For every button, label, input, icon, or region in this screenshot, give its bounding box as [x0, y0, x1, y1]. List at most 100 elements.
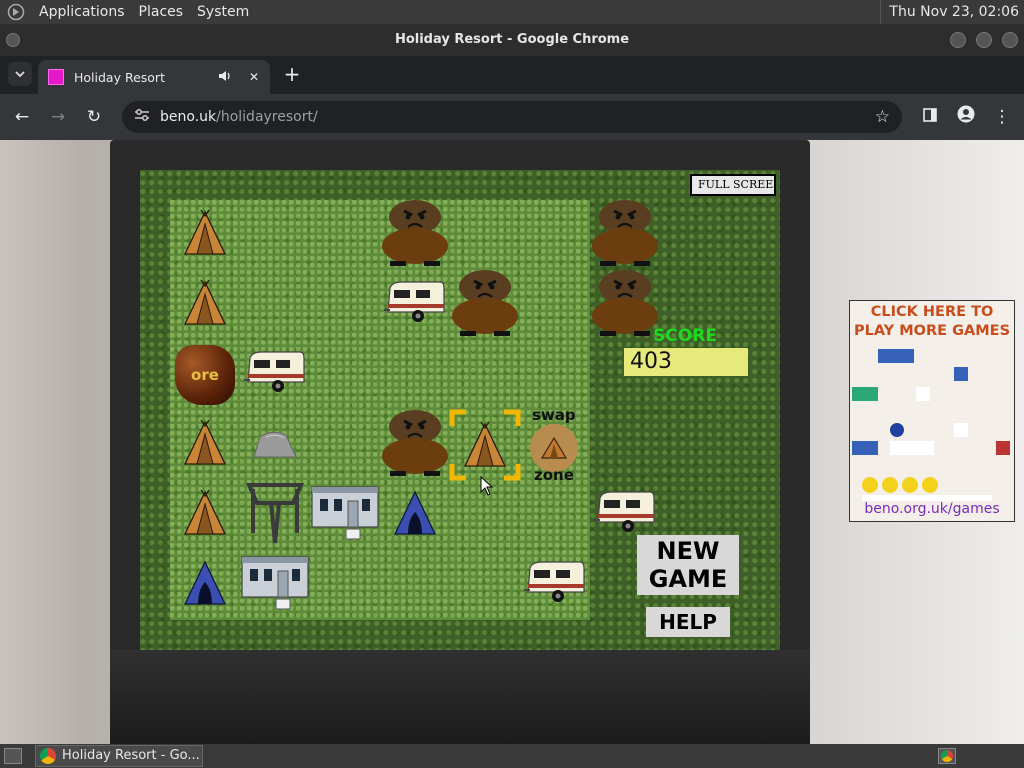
tent-orange-piece[interactable] [170, 200, 240, 270]
speaker-icon[interactable] [218, 70, 232, 85]
caravan-icon [384, 280, 446, 330]
bear-piece[interactable] [380, 410, 450, 480]
help-button[interactable]: HELP [646, 607, 730, 637]
tent-orange-icon [181, 279, 229, 330]
coin-icon [902, 477, 918, 493]
laptop-chin [110, 650, 810, 744]
menu-system[interactable]: System [190, 0, 256, 24]
coin-icon [922, 477, 938, 493]
browser-toolbar: ← → ↻ beno.uk/holidayresort/ ☆ ⋮ [0, 94, 1024, 140]
mobile-home-icon [240, 553, 310, 617]
coin-icon [882, 477, 898, 493]
frame-piece[interactable] [240, 480, 310, 550]
frame-icon [245, 481, 305, 549]
tab-title: Holiday Resort [74, 69, 165, 85]
banner-url: beno.org.uk/games [864, 501, 1000, 517]
caravan-piece[interactable] [380, 270, 450, 340]
enemy-icon [996, 441, 1010, 455]
banner-block [954, 423, 968, 437]
banner-block [916, 387, 930, 401]
tab-search-button[interactable] [8, 62, 32, 86]
window-menu-icon[interactable] [6, 33, 20, 47]
clock[interactable]: Thu Nov 23, 02:06 [880, 0, 1019, 24]
tent-orange-icon [181, 489, 229, 540]
banner-block [954, 367, 968, 381]
game-canvas[interactable]: ore FULL SCREEN SCORE 403 swap zone NEW … [140, 170, 780, 650]
tab-strip: Holiday Resort ✕ + [0, 56, 1024, 94]
window-title: Holiday Resort - Google Chrome [394, 32, 630, 47]
tent-blue-icon [181, 560, 229, 610]
swap-label: swap [532, 406, 576, 424]
minimize-button[interactable] [950, 32, 966, 48]
menu-places[interactable]: Places [132, 0, 191, 24]
chrome-menu-icon[interactable]: ⋮ [990, 105, 1014, 129]
distro-logo-icon[interactable] [6, 2, 26, 22]
profile-icon[interactable] [954, 105, 978, 129]
chrome-icon [40, 748, 56, 764]
score-label: SCORE [653, 326, 717, 346]
caravan-icon [524, 560, 586, 610]
tent-orange-piece[interactable] [170, 480, 240, 550]
chevron-down-icon [15, 71, 25, 78]
mobile-home-piece[interactable] [240, 550, 310, 620]
tent-blue-piece[interactable] [380, 480, 450, 550]
maximize-button[interactable] [976, 32, 992, 48]
banner-block [878, 349, 914, 363]
reload-button[interactable]: ↻ [82, 105, 106, 129]
taskbar-window-chrome[interactable]: Holiday Resort - Go... [35, 745, 203, 767]
banner-block [852, 387, 878, 401]
caravan-piece[interactable] [520, 550, 590, 620]
tent-blue-icon [391, 490, 439, 540]
caravan-piece[interactable] [240, 340, 310, 410]
forward-button[interactable]: → [46, 105, 70, 129]
close-tab-icon[interactable]: ✕ [246, 70, 262, 84]
favicon-icon [48, 69, 64, 85]
new-game-button[interactable]: NEW GAME [637, 535, 739, 595]
coin-icon [862, 477, 878, 493]
bear-piece[interactable] [380, 200, 450, 270]
url-host: beno.uk [160, 109, 217, 125]
caravan-icon [594, 490, 656, 540]
tent-orange-piece[interactable] [170, 270, 240, 340]
new-tab-button[interactable]: + [280, 63, 304, 87]
top-panel: Applications Places System Thu Nov 23, 0… [0, 0, 1024, 24]
tent-orange-piece[interactable] [170, 410, 240, 480]
bookmark-star-icon[interactable]: ☆ [875, 107, 890, 127]
swap-zone[interactable] [530, 424, 578, 472]
bear-icon [382, 199, 448, 271]
zone-label: zone [534, 466, 574, 484]
ore-icon: ore [175, 345, 235, 405]
page-viewport: ore FULL SCREEN SCORE 403 swap zone NEW … [0, 140, 1024, 744]
side-panel-icon[interactable] [918, 105, 942, 129]
show-desktop-button[interactable] [4, 748, 22, 764]
menu-applications[interactable]: Applications [32, 0, 132, 24]
banner-line-1: CLICK HERE TO [870, 304, 994, 320]
banner-block [890, 441, 934, 455]
game-board[interactable]: ore [170, 200, 658, 620]
full-screen-button[interactable]: FULL SCREEN [690, 174, 776, 196]
tent-blue-piece[interactable] [170, 550, 240, 620]
ore-piece[interactable]: ore [170, 340, 240, 410]
taskbar: Holiday Resort - Go... [0, 744, 1024, 768]
bear-icon [382, 409, 448, 481]
tent-icon [540, 436, 568, 459]
tent-orange-icon [181, 419, 229, 470]
more-games-banner[interactable]: CLICK HERE TO PLAY MORE GAMES beno.org.u… [849, 300, 1015, 522]
banner-line-2: PLAY MORE GAMES [853, 323, 1011, 339]
score-value: 403 [624, 348, 748, 376]
bear-piece[interactable] [590, 200, 660, 270]
tray-chrome-icon[interactable] [938, 748, 956, 764]
close-window-button[interactable] [1002, 32, 1018, 48]
site-info-icon[interactable] [134, 108, 150, 126]
address-bar[interactable]: beno.uk/holidayresort/ ☆ [122, 101, 902, 133]
window-titlebar[interactable]: Holiday Resort - Google Chrome [0, 24, 1024, 56]
tab-holiday-resort[interactable]: Holiday Resort ✕ [38, 60, 270, 94]
mobile-home-piece[interactable] [310, 480, 380, 550]
ore-label: ore [191, 366, 219, 384]
bear-piece[interactable] [450, 270, 520, 340]
bear-icon [592, 199, 658, 271]
selected-piece-highlight[interactable] [449, 409, 521, 481]
rock-piece[interactable] [240, 410, 310, 480]
back-button[interactable]: ← [10, 105, 34, 129]
banner-block [852, 441, 878, 455]
